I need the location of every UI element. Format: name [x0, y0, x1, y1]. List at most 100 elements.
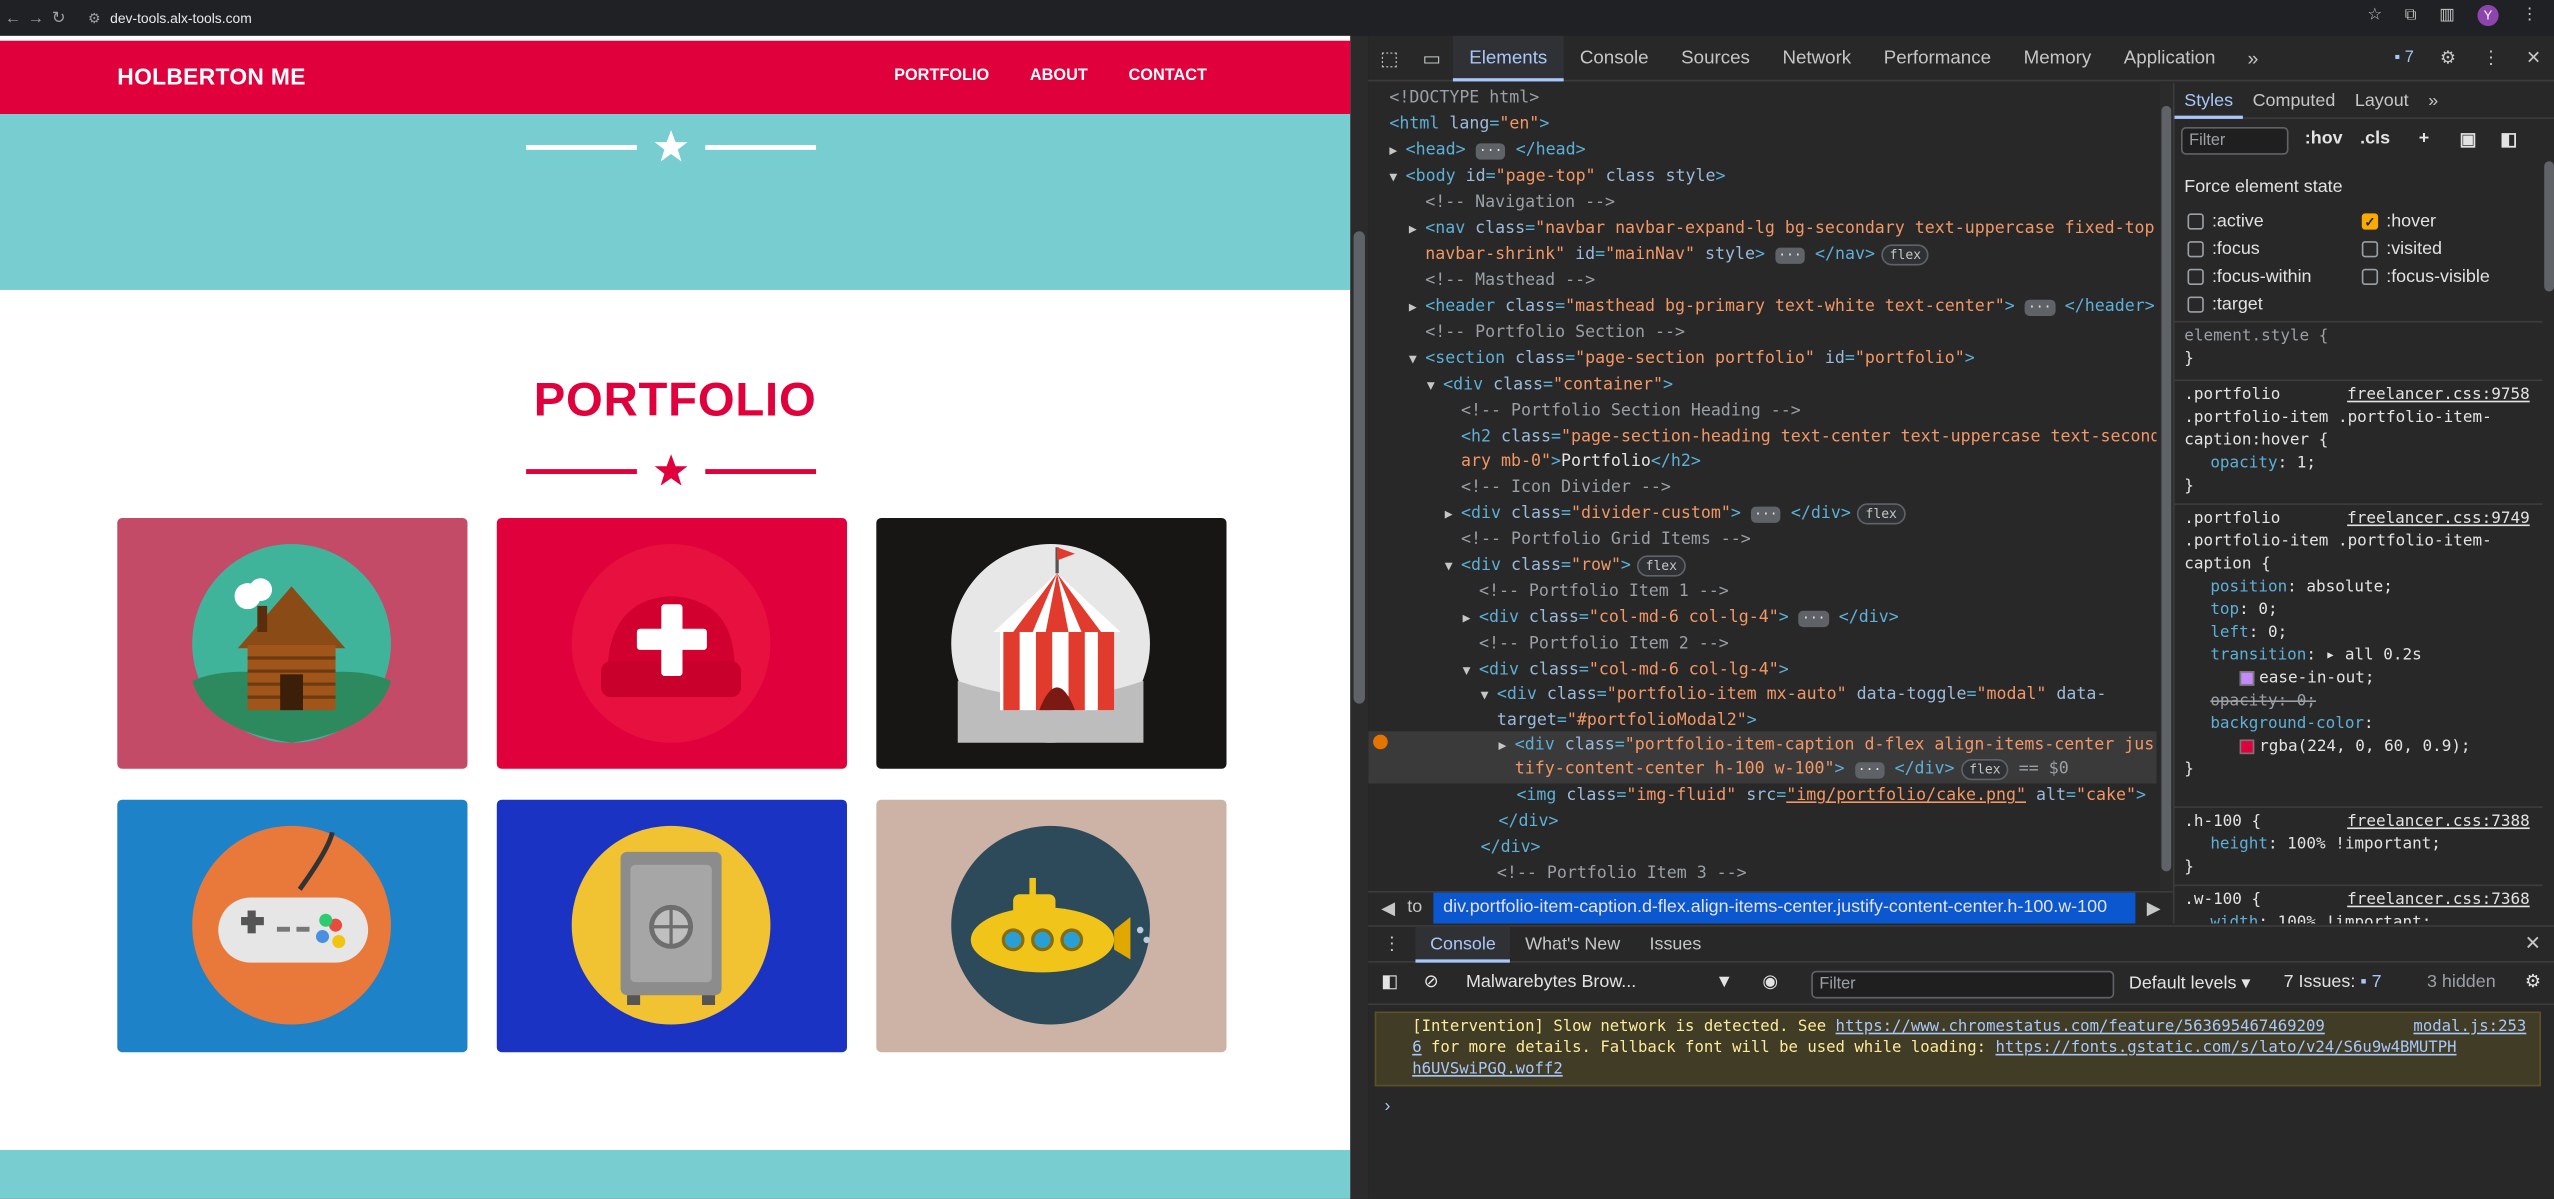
- tree-node[interactable]: ▶ <div class="col-md-6 col-lg-4"> ··· </d…: [1463, 606, 1899, 630]
- hover-rule[interactable]: .portfolio freelancer.css:9758 .portfoli…: [2174, 379, 2543, 501]
- state-hover[interactable]: ✓:hover: [2361, 212, 2436, 231]
- tab-network[interactable]: Network: [1766, 35, 1867, 81]
- issues-badge[interactable]: ▪ 7: [2394, 49, 2413, 67]
- declaration-transition[interactable]: transition: ▸ all 0.2s: [2210, 645, 2421, 668]
- extensions-icon[interactable]: ⧉: [2405, 7, 2417, 25]
- declaration-left[interactable]: left: 0;: [2210, 622, 2287, 645]
- rule-source-link[interactable]: freelancer.css:9749: [2347, 508, 2530, 531]
- bookmark-star-icon[interactable]: ☆: [2367, 7, 2382, 25]
- breadcrumb-prefix[interactable]: to: [1407, 897, 1422, 917]
- device-toolbar-icon[interactable]: ▭: [1411, 46, 1453, 69]
- forward-icon[interactable]: →: [26, 9, 46, 27]
- nav-portfolio[interactable]: PORTFOLIO: [894, 67, 989, 85]
- tab-elements[interactable]: Elements: [1452, 35, 1564, 81]
- declaration-overridden-opacity[interactable]: opacity: 0;: [2210, 691, 2316, 714]
- tree-node[interactable]: </div>: [1499, 810, 1559, 834]
- warning-source-link-tail[interactable]: 6: [1412, 1039, 1421, 1057]
- checkbox[interactable]: [2187, 213, 2204, 230]
- tab-console[interactable]: Console: [1564, 35, 1665, 81]
- checkbox-checked[interactable]: ✓: [2361, 213, 2379, 230]
- settings-gear-icon[interactable]: ⚙: [2440, 47, 2456, 69]
- tree-node-selected[interactable]: ▶ <div class="portfolio-item-caption d-fl…: [1499, 733, 2155, 757]
- tree-node[interactable]: <!-- Portfolio Section -->: [1425, 321, 1685, 345]
- state-focus[interactable]: :focus: [2187, 239, 2260, 259]
- color-swatch-icon[interactable]: [2239, 738, 2255, 754]
- tree-node[interactable]: ▶ <head> ··· </head>: [1389, 138, 1586, 162]
- chromestatus-link[interactable]: https://www.chromestatus.com/feature/563…: [1836, 1018, 2325, 1036]
- scrollbar-thumb[interactable]: [2161, 105, 2172, 872]
- portfolio-item-cake[interactable]: [496, 517, 847, 769]
- checkbox[interactable]: [2187, 296, 2204, 313]
- paint-icon[interactable]: ▣: [2460, 129, 2477, 150]
- console-settings-gear-icon[interactable]: ⚙: [2525, 971, 2541, 992]
- tree-node[interactable]: navbar-shrink" id="mainNav" style> ··· <…: [1425, 243, 1930, 267]
- tree-node[interactable]: <!DOCTYPE html>: [1389, 86, 1539, 110]
- close-devtools-icon[interactable]: ✕: [2526, 47, 2541, 69]
- more-tabs-icon[interactable]: »: [2232, 46, 2274, 69]
- tree-node[interactable]: <!-- Portfolio Section Heading -->: [1461, 399, 1801, 423]
- declaration-background-color[interactable]: background-color:: [2210, 713, 2373, 736]
- tree-node[interactable]: ▼ <body id="page-top" class style>: [1389, 165, 1725, 189]
- elements-scrollbar[interactable]: [2159, 83, 2173, 898]
- new-rule-icon[interactable]: +: [2419, 129, 2429, 149]
- state-focus-within[interactable]: :focus-within: [2187, 267, 2312, 287]
- tree-node[interactable]: ▼ <div class="col-md-6 col-lg-4">: [1463, 658, 1789, 682]
- tab-sources[interactable]: Sources: [1665, 35, 1766, 81]
- portfolio-item-game[interactable]: [117, 799, 468, 1053]
- devtools-menu-icon[interactable]: ⋮: [2482, 47, 2500, 69]
- more-styles-tabs-icon[interactable]: »: [2418, 83, 2448, 118]
- font-url-link[interactable]: https://fonts.gstatic.com/s/lato/v24/S6u…: [1996, 1039, 2457, 1057]
- checkbox[interactable]: [2187, 268, 2204, 286]
- tree-node[interactable]: target="#portfolioModal2">: [1497, 709, 1757, 733]
- page-scrollbar[interactable]: [1350, 35, 1369, 1199]
- portfolio-item-cabin[interactable]: [117, 517, 468, 769]
- sidebar-toggle-icon[interactable]: ◧: [1381, 971, 1398, 992]
- site-info-icon[interactable]: ⚙: [88, 9, 100, 27]
- sidepanel-icon[interactable]: ▥: [2439, 7, 2454, 25]
- font-url-link-tail[interactable]: h6UVSwiPGQ.woff2: [1412, 1060, 1563, 1078]
- context-selector[interactable]: Malwarebytes Brow... ▼: [1466, 972, 1733, 992]
- breadcrumb-scroll-left-icon[interactable]: ◀: [1381, 897, 1395, 919]
- console-prompt[interactable]: ›: [1385, 1096, 1391, 1116]
- profile-avatar[interactable]: Y: [2477, 4, 2499, 27]
- drawer-menu-icon[interactable]: ⋮: [1368, 926, 1415, 962]
- nav-contact[interactable]: CONTACT: [1129, 67, 1207, 85]
- declaration-width[interactable]: width: 100% !important;: [2210, 912, 2431, 924]
- element-style-rule[interactable]: element.style { }: [2174, 320, 2543, 376]
- tree-node[interactable]: <!-- Portfolio Item 1 -->: [1479, 580, 1729, 604]
- scrollbar-thumb[interactable]: [2544, 161, 2554, 292]
- tree-node[interactable]: <html lang="en">: [1389, 112, 1549, 136]
- state-focus-visible[interactable]: :focus-visible: [2361, 267, 2490, 287]
- tree-node[interactable]: ▶ <nav class="navbar navbar-expand-lg bg-…: [1409, 217, 2155, 241]
- tree-node[interactable]: ▼ <div class="portfolio-item mx-auto" dat…: [1481, 682, 2107, 706]
- address-bar[interactable]: ⚙ dev-tools.alx-tools.com: [88, 9, 252, 27]
- tree-node[interactable]: ▼ <section class="page-section portfolio"…: [1409, 347, 1975, 371]
- tab-computed[interactable]: Computed: [2243, 83, 2345, 118]
- tree-node[interactable]: <!-- Portfolio Grid Items -->: [1461, 528, 1751, 552]
- drawer-tab-issues[interactable]: Issues: [1635, 926, 1716, 962]
- rule-source-link[interactable]: freelancer.css:9758: [2347, 384, 2530, 407]
- tree-node[interactable]: <!-- Masthead -->: [1425, 269, 1595, 293]
- caption-rule[interactable]: .portfolio freelancer.css:9749 .portfoli…: [2174, 503, 2543, 803]
- rule-source-link[interactable]: freelancer.css:7368: [2347, 889, 2530, 912]
- tree-node[interactable]: <img class="img-fluid" src="img/portfoli…: [1516, 783, 2146, 807]
- log-levels-dropdown[interactable]: Default levels ▾: [2129, 972, 2251, 994]
- breadcrumb-scroll-right-icon[interactable]: ▶: [2147, 897, 2161, 919]
- tree-node[interactable]: ▼ <div class="container">: [1427, 373, 1673, 397]
- portfolio-item-submarine[interactable]: [876, 799, 1227, 1053]
- clear-console-icon[interactable]: ⊘: [1424, 971, 1439, 992]
- tree-node[interactable]: ▶ <header class="masthead bg-primary text…: [1409, 295, 2155, 319]
- easing-swatch-icon[interactable]: [2239, 670, 2255, 685]
- declaration-height[interactable]: height: 100% !important;: [2210, 834, 2441, 857]
- tree-node[interactable]: ▶ <div class="divider-custom"> ··· </div>…: [1445, 502, 1906, 526]
- styles-filter-input[interactable]: Filter: [2180, 127, 2289, 155]
- h100-rule[interactable]: .h-100 { freelancer.css:7388 height: 100…: [2174, 806, 2543, 881]
- easing-value[interactable]: ease-in-out;: [2239, 668, 2374, 691]
- tab-layout[interactable]: Layout: [2345, 83, 2418, 118]
- tab-memory[interactable]: Memory: [2007, 35, 2107, 81]
- scrollbar-thumb[interactable]: [1353, 231, 1365, 704]
- back-icon[interactable]: ←: [3, 9, 23, 27]
- drawer-tab-whats-new[interactable]: What's New: [1511, 926, 1635, 962]
- hov-toggle[interactable]: :hov: [2305, 129, 2343, 149]
- tab-application[interactable]: Application: [2108, 35, 2232, 81]
